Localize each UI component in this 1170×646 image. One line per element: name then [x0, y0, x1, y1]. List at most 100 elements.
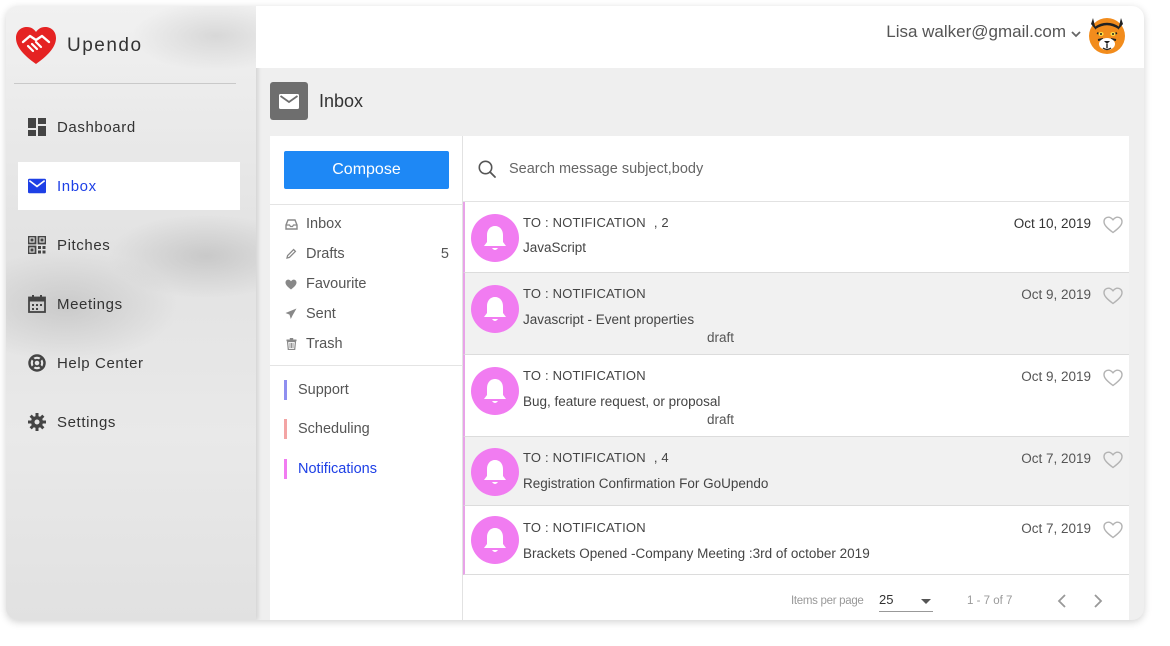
send-icon: [284, 307, 298, 321]
label-color-bar: [284, 419, 287, 439]
pitches-icon: [28, 236, 46, 254]
message-subject: Bug, feature request, or proposal: [523, 394, 721, 409]
folder-label: Trash: [306, 336, 343, 352]
bell-icon: [471, 285, 519, 333]
sidebar-item-help-center[interactable]: Help Center: [18, 339, 240, 387]
bell-icon: [471, 214, 519, 262]
chevron-left-icon[interactable]: [1055, 592, 1069, 610]
draft-label: draft: [707, 412, 735, 427]
label-color-bar: [284, 380, 287, 400]
page-range: 1 - 7 of 7: [967, 595, 1013, 607]
sidebar-item-label: Dashboard: [57, 118, 136, 136]
bell-icon: [471, 448, 519, 496]
top-bar: Lisa walker@gmail.com: [256, 6, 1144, 68]
message-subject: JavaScript: [523, 240, 587, 255]
sidebar-item-pitches[interactable]: Pitches: [18, 221, 240, 269]
draft-label: draft: [707, 330, 735, 345]
message-date: Oct 7, 2019: [1021, 451, 1091, 466]
heart-icon[interactable]: [1103, 369, 1123, 387]
items-per-page-value: 25: [879, 592, 894, 607]
heart-handshake-logo-icon: [16, 27, 56, 64]
chevron-down-icon[interactable]: [1070, 28, 1082, 40]
heart-icon: [284, 277, 298, 291]
pagination: Items per page 25 1 - 7 of 7: [463, 582, 1129, 620]
message-recipient: TO : NOTIFICATION: [523, 520, 646, 535]
message-recipient: TO : NOTIFICATION, 2: [523, 215, 669, 230]
folder-label: Inbox: [306, 216, 342, 232]
folder-label: Sent: [306, 306, 336, 322]
message-date: Oct 7, 2019: [1021, 521, 1091, 536]
message-recipient: TO : NOTIFICATION, 4: [523, 450, 669, 465]
dashboard-icon: [28, 118, 46, 136]
brand[interactable]: Upendo: [14, 24, 143, 68]
folder-favourite[interactable]: Favourite: [284, 272, 449, 296]
items-per-page-select[interactable]: 25: [879, 592, 933, 612]
message-row[interactable]: TO : NOTIFICATION Brackets Opened -Compa…: [463, 506, 1129, 575]
message-recipient: TO : NOTIFICATION: [523, 368, 646, 383]
trash-icon: [284, 337, 298, 351]
message-row[interactable]: TO : NOTIFICATION, 2 JavaScript Oct 10, …: [463, 202, 1129, 273]
message-subject: Brackets Opened -Company Meeting :3rd of…: [523, 546, 870, 561]
sidebar-item-label: Pitches: [57, 236, 111, 254]
message-recipient: TO : NOTIFICATION: [523, 286, 646, 301]
message-row[interactable]: TO : NOTIFICATION, 4 Registration Confir…: [463, 437, 1129, 506]
search-input[interactable]: [507, 159, 1007, 178]
gear-icon: [28, 413, 46, 431]
label-color-bar: [284, 459, 287, 479]
message-subject: Registration Confirmation For GoUpendo: [523, 476, 769, 491]
label-name: Scheduling: [298, 421, 370, 437]
compose-button[interactable]: Compose: [284, 151, 449, 189]
sidebar-item-meetings[interactable]: Meetings: [18, 280, 240, 328]
folder-inbox[interactable]: Inbox: [284, 212, 449, 236]
brand-name: Upendo: [67, 35, 143, 56]
calendar-icon: [28, 295, 46, 313]
inbox-icon: [284, 217, 298, 231]
sidebar-item-dashboard[interactable]: Dashboard: [18, 103, 240, 151]
pencil-icon: [284, 247, 298, 261]
message-date: Oct 9, 2019: [1021, 287, 1091, 302]
message-date: Oct 9, 2019: [1021, 369, 1091, 384]
message-row[interactable]: TO : NOTIFICATION Javascript - Event pro…: [463, 273, 1129, 355]
sidebar-item-label: Settings: [57, 413, 116, 431]
sidebar-item-label: Meetings: [57, 295, 123, 313]
items-per-page-label: Items per page: [791, 595, 864, 607]
search-icon: [478, 160, 496, 178]
message-row[interactable]: TO : NOTIFICATION Bug, feature request, …: [463, 355, 1129, 437]
sidebar-item-settings[interactable]: Settings: [18, 398, 240, 446]
mail-icon: [28, 177, 46, 195]
sidebar-item-label: Help Center: [57, 354, 144, 372]
message-subject: Javascript - Event properties: [523, 312, 695, 327]
bell-icon: [471, 367, 519, 415]
search-bar: [463, 136, 1129, 202]
label-name: Notifications: [298, 461, 377, 477]
folder-sent[interactable]: Sent: [284, 302, 449, 326]
app-window: Upendo Dashboard Inbox Pitches Meetings …: [6, 6, 1144, 620]
heart-icon[interactable]: [1103, 451, 1123, 469]
user-email[interactable]: Lisa walker@gmail.com: [886, 22, 1066, 42]
divider: [270, 365, 463, 366]
label-scheduling[interactable]: Scheduling: [284, 418, 449, 440]
message-list: TO : NOTIFICATION, 2 JavaScript Oct 10, …: [463, 136, 1129, 620]
label-notifications[interactable]: Notifications: [284, 458, 449, 480]
chevron-right-icon[interactable]: [1091, 592, 1105, 610]
folder-panel: Compose Inbox Drafts 5 Favourite Sent Tr…: [270, 136, 463, 620]
bell-icon: [471, 516, 519, 564]
drafts-count: 5: [440, 246, 449, 262]
folder-drafts[interactable]: Drafts 5: [284, 242, 449, 266]
divider: [14, 83, 236, 84]
avatar[interactable]: [1086, 14, 1128, 56]
page-header: Inbox: [270, 82, 363, 120]
heart-icon[interactable]: [1103, 216, 1123, 234]
heart-icon[interactable]: [1103, 287, 1123, 305]
message-date: Oct 10, 2019: [1013, 216, 1091, 231]
folder-label: Favourite: [306, 276, 367, 292]
sidebar: Upendo Dashboard Inbox Pitches Meetings …: [6, 6, 256, 620]
label-support[interactable]: Support: [284, 379, 449, 401]
folder-trash[interactable]: Trash: [284, 332, 449, 356]
mail-icon: [270, 82, 308, 120]
heart-icon[interactable]: [1103, 521, 1123, 539]
sidebar-item-inbox[interactable]: Inbox: [18, 162, 240, 210]
page-title: Inbox: [319, 90, 364, 111]
folder-label: Drafts: [306, 246, 345, 262]
label-name: Support: [298, 382, 349, 398]
